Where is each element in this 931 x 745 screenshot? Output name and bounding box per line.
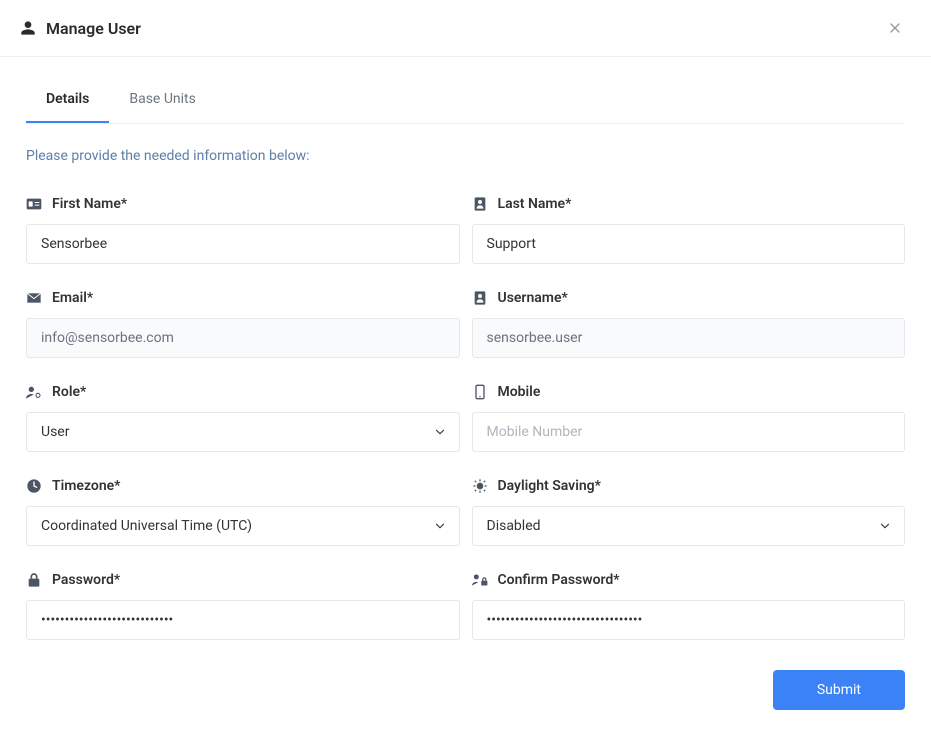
- first-name-label-text: First Name*: [52, 196, 127, 212]
- badge-icon: [472, 196, 488, 212]
- email-label-text: Email*: [52, 290, 93, 306]
- first-name-label: First Name*: [26, 196, 460, 212]
- modal-header: Manage User: [0, 0, 931, 57]
- timezone-group: Timezone* Coordinated Universal Time (UT…: [26, 478, 460, 546]
- page-title: Manage User: [46, 19, 141, 38]
- daylight-label-text: Daylight Saving*: [498, 478, 601, 494]
- user-gear-icon: [26, 384, 42, 400]
- email-label: Email*: [26, 290, 460, 306]
- mobile-icon: [472, 384, 488, 400]
- form-footer: Submit: [26, 670, 905, 710]
- username-label-text: Username*: [498, 290, 568, 306]
- close-icon: [887, 20, 903, 36]
- close-button[interactable]: [879, 16, 911, 40]
- role-label: Role*: [26, 384, 460, 400]
- mobile-input[interactable]: [472, 412, 906, 452]
- username-label: Username*: [472, 290, 906, 306]
- confirm-password-input[interactable]: [472, 600, 906, 640]
- first-name-input[interactable]: [26, 224, 460, 264]
- user-lock-icon: [472, 572, 488, 588]
- tab-details[interactable]: Details: [26, 77, 109, 123]
- email-input[interactable]: [26, 318, 460, 358]
- timezone-label-text: Timezone*: [52, 478, 120, 494]
- username-input[interactable]: [472, 318, 906, 358]
- role-label-text: Role*: [52, 384, 86, 400]
- email-group: Email*: [26, 290, 460, 358]
- password-label-text: Password*: [52, 572, 120, 588]
- modal-title-wrap: Manage User: [20, 19, 141, 38]
- sun-icon: [472, 478, 488, 494]
- password-input[interactable]: [26, 600, 460, 640]
- mobile-label-text: Mobile: [498, 384, 541, 400]
- tabs: Details Base Units: [26, 77, 905, 124]
- instruction-text: Please provide the needed information be…: [26, 148, 905, 164]
- lock-icon: [26, 572, 42, 588]
- role-select[interactable]: User: [26, 412, 460, 452]
- modal-body: Details Base Units Please provide the ne…: [0, 77, 931, 736]
- clock-icon: [26, 478, 42, 494]
- daylight-select[interactable]: Disabled: [472, 506, 906, 546]
- first-name-group: First Name*: [26, 196, 460, 264]
- last-name-label: Last Name*: [472, 196, 906, 212]
- password-label: Password*: [26, 572, 460, 588]
- last-name-label-text: Last Name*: [498, 196, 572, 212]
- confirm-password-label-text: Confirm Password*: [498, 572, 620, 588]
- form-grid: First Name* Last Name* Email*: [26, 196, 905, 640]
- confirm-password-group: Confirm Password*: [472, 572, 906, 640]
- id-card-icon: [26, 196, 42, 212]
- daylight-group: Daylight Saving* Disabled: [472, 478, 906, 546]
- role-group: Role* User: [26, 384, 460, 452]
- tab-base-units[interactable]: Base Units: [109, 77, 215, 123]
- daylight-label: Daylight Saving*: [472, 478, 906, 494]
- last-name-input[interactable]: [472, 224, 906, 264]
- last-name-group: Last Name*: [472, 196, 906, 264]
- mobile-group: Mobile: [472, 384, 906, 452]
- mobile-label: Mobile: [472, 384, 906, 400]
- confirm-password-label: Confirm Password*: [472, 572, 906, 588]
- timezone-select[interactable]: Coordinated Universal Time (UTC): [26, 506, 460, 546]
- user-icon: [20, 20, 36, 36]
- submit-button[interactable]: Submit: [773, 670, 905, 710]
- contact-icon: [472, 290, 488, 306]
- password-group: Password*: [26, 572, 460, 640]
- username-group: Username*: [472, 290, 906, 358]
- envelope-icon: [26, 290, 42, 306]
- timezone-label: Timezone*: [26, 478, 460, 494]
